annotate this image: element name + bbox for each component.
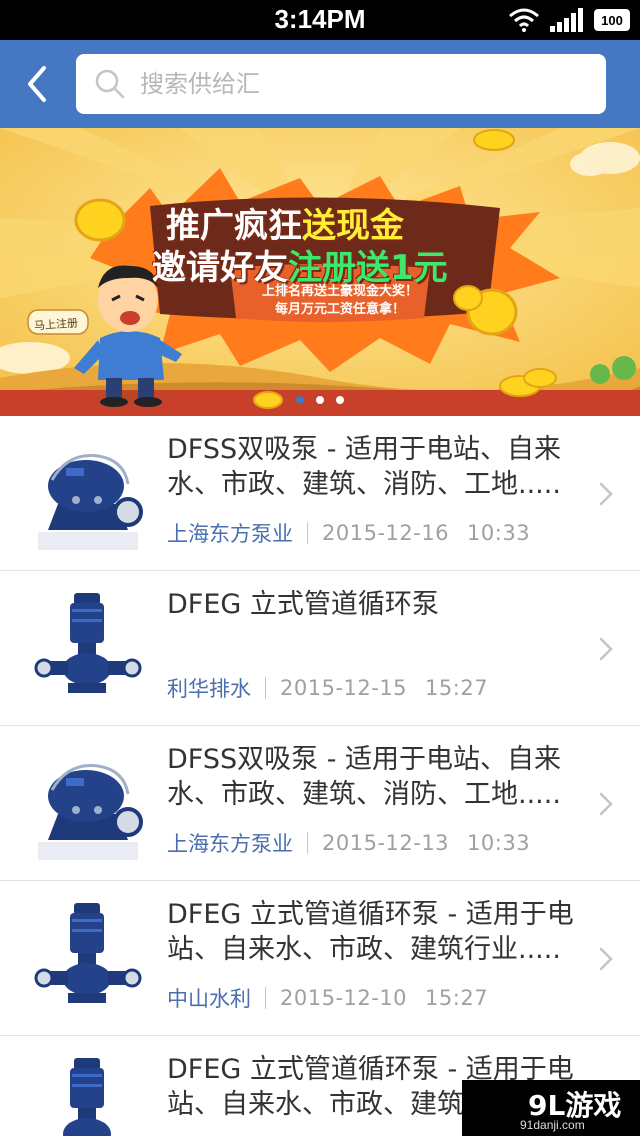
list-item[interactable]: DFEG 立式管道循环泵 - 适用于电站、自来水、市政、建筑行业..... 中山… [0,881,640,1036]
post-time: 15:27 [425,986,489,1010]
search-input[interactable] [140,54,580,114]
post-date: 2015-12-13 [322,831,450,855]
company-name: 上海东方泵业 [167,832,293,856]
chevron-right-icon [599,482,613,506]
company-name: 利华排水 [167,677,251,701]
vertical-pump-icon [63,1058,111,1136]
status-indicators: 100 [508,8,630,32]
vertical-pump-icon [34,593,142,693]
post-time: 15:27 [425,676,489,700]
supply-list: DFSS双吸泵 - 适用于电站、自来水、市政、建筑、消防、工地..... 上海东… [0,416,640,1136]
site-watermark: 9L游戏 91danji.com [462,1080,640,1136]
chevron-left-icon [28,66,46,102]
company-name: 上海东方泵业 [167,522,293,546]
carousel-dot[interactable] [296,396,304,404]
post-date: 2015-12-10 [280,986,408,1010]
promo-banner[interactable]: 推广疯狂送现金 邀请好友注册送1元 上排名再送土豪现金大奖！ 每月万元工资任意拿… [0,128,640,416]
vertical-pump-icon [34,903,142,1003]
banner-register-tag[interactable]: 马上注册 [33,314,79,333]
header-bar [0,40,640,128]
item-meta: 利华排水 2015-12-15 15:27 [167,673,488,703]
wifi-icon [509,8,539,32]
item-meta: 上海东方泵业 2015-12-16 10:33 [167,518,530,548]
watermark-site: 91danji.com [520,1118,585,1132]
carousel-dots [0,396,640,404]
post-date: 2015-12-15 [280,676,408,700]
item-title: DFEG 立式管道循环泵 - 适用于电站、自来水、市政、建筑行业..... [167,899,574,965]
chevron-right-icon [599,637,613,661]
split-case-pump-icon [38,764,143,860]
carousel-dot[interactable] [336,396,344,404]
divider [265,987,266,1009]
divider [265,677,266,699]
battery-icon: 100 [594,9,630,31]
banner-subtitle-2: 每月万元工资任意拿！ [274,302,405,317]
item-title: DFSS双吸泵 - 适用于电站、自来水、市政、建筑、消防、工地..... [167,434,562,500]
item-title: DFSS双吸泵 - 适用于电站、自来水、市政、建筑、消防、工地..... [167,744,562,810]
item-title: DFEG 立式管道循环泵 [167,589,439,620]
item-meta: 中山水利 2015-12-10 15:27 [167,983,488,1013]
search-box[interactable] [76,54,606,114]
post-date: 2015-12-16 [322,521,450,545]
signal-icon [550,8,583,32]
carousel-dot[interactable] [316,396,324,404]
company-name: 中山水利 [167,987,251,1011]
split-case-pump-icon [38,454,143,550]
divider [307,522,308,544]
status-bar: 3:14PM 100 [0,0,640,40]
chevron-right-icon [599,947,613,971]
chevron-right-icon [599,792,613,816]
post-time: 10:33 [467,521,531,545]
item-meta: 上海东方泵业 2015-12-13 10:33 [167,828,530,858]
list-item[interactable]: DFSS双吸泵 - 适用于电站、自来水、市政、建筑、消防、工地..... 上海东… [0,416,640,571]
post-time: 10:33 [467,831,531,855]
list-item[interactable]: DFEG 立式管道循环泵 利华排水 2015-12-15 15:27 [0,571,640,726]
divider [307,832,308,854]
back-button[interactable] [16,62,60,106]
list-item[interactable]: DFSS双吸泵 - 适用于电站、自来水、市政、建筑、消防、工地..... 上海东… [0,726,640,881]
banner-subtitle-1: 上排名再送土豪现金大奖！ [261,284,418,299]
search-icon [95,69,125,99]
